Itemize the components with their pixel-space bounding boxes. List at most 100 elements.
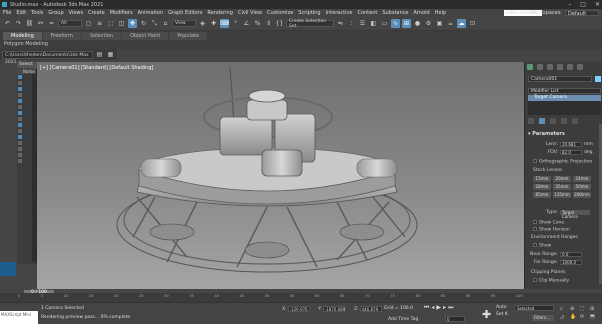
curve-editor-icon[interactable]: ∿ bbox=[391, 19, 400, 28]
object-color-swatch[interactable] bbox=[595, 76, 601, 82]
filter-all-icon[interactable] bbox=[18, 147, 22, 151]
filter-groups-icon[interactable] bbox=[18, 111, 22, 115]
menu-graph-editors[interactable]: Graph Editors bbox=[168, 10, 202, 16]
pin-stack-icon[interactable] bbox=[528, 118, 534, 124]
create-tab-icon[interactable] bbox=[527, 64, 533, 70]
filter-helpers-icon[interactable] bbox=[18, 99, 22, 103]
menu-interactive[interactable]: Interactive bbox=[326, 10, 353, 16]
clip-manually-checkbox[interactable] bbox=[533, 278, 537, 282]
percent-snap-icon[interactable]: % bbox=[253, 19, 262, 28]
tab-populate[interactable]: Populate bbox=[169, 32, 208, 40]
zoom-icon[interactable]: ⌕ bbox=[560, 306, 568, 312]
menu-scripting[interactable]: Scripting bbox=[298, 10, 320, 16]
material-editor-icon[interactable]: ● bbox=[413, 19, 422, 28]
modify-tab-icon[interactable] bbox=[537, 64, 543, 70]
tab-object-paint[interactable]: Object Paint bbox=[122, 32, 169, 40]
far-range-spinner[interactable]: 1000.0 bbox=[560, 260, 582, 265]
filter-none-icon[interactable] bbox=[18, 153, 22, 157]
utilities-tab-icon[interactable] bbox=[577, 64, 583, 70]
tab-modeling[interactable]: Modeling bbox=[3, 32, 42, 40]
add-time-tag-button[interactable]: Add Time Tag bbox=[388, 317, 418, 322]
snaps-toggle-icon[interactable]: ³ bbox=[231, 19, 240, 28]
schematic-view-icon[interactable]: ⊞ bbox=[402, 19, 411, 28]
camera-viewport[interactable]: [+] [Camera01] [Standard] [Default Shadi… bbox=[37, 62, 524, 289]
keyboard-shortcut-override-icon[interactable]: ⌨ bbox=[220, 19, 229, 28]
filter-containers-icon[interactable] bbox=[18, 129, 22, 133]
zoom-extents-icon[interactable]: ⛶ bbox=[580, 306, 588, 312]
menu-tools[interactable]: Tools bbox=[31, 10, 43, 16]
key-filters-button[interactable]: Filters... bbox=[532, 315, 554, 321]
reference-coord-dropdown[interactable]: View bbox=[172, 20, 196, 27]
rendered-frame-window-icon[interactable]: ▣ bbox=[435, 19, 444, 28]
lens-15mm-button[interactable]: 15mm bbox=[533, 176, 551, 182]
lens-28mm-button[interactable]: 28mm bbox=[533, 184, 551, 190]
stack-item-target-camera[interactable]: Target Camera bbox=[528, 95, 601, 101]
zoom-extents-all-icon[interactable]: ⊞ bbox=[590, 306, 598, 312]
menu-help[interactable]: Help bbox=[435, 10, 446, 16]
filter-frozen-icon[interactable] bbox=[18, 135, 22, 139]
viewport-label[interactable]: [+] [Camera01] [Standard] [Default Shadi… bbox=[40, 65, 154, 71]
select-by-name-icon[interactable]: ≡ bbox=[95, 19, 104, 28]
set-key-button[interactable]: Set K. bbox=[496, 312, 509, 317]
key-filter-dropdown[interactable]: Selected bbox=[514, 305, 554, 311]
menu-file[interactable]: File bbox=[3, 10, 11, 16]
maximize-button[interactable]: □ bbox=[580, 1, 586, 8]
manipulate-icon[interactable]: ✚ bbox=[209, 19, 218, 28]
filter-shapes-icon[interactable] bbox=[18, 81, 22, 85]
project-path-field[interactable]: C:\Users\theden\Documents\3ds Max 2021 bbox=[2, 50, 93, 65]
tab-freeform[interactable]: Freeform bbox=[42, 32, 82, 40]
redo-icon[interactable]: ↷ bbox=[14, 19, 23, 28]
open-a360-gallery-icon[interactable]: ⊡ bbox=[468, 19, 477, 28]
track-bar[interactable]: 0 5 10 15 20 25 30 35 40 45 50 55 60 65 70 75 80 85 90 95 10… bbox=[0, 293, 602, 302]
play-icon[interactable]: ▶ bbox=[436, 304, 441, 312]
rect-selection-icon[interactable]: ⬚ bbox=[106, 19, 115, 28]
viewcube-thumbnail[interactable] bbox=[0, 262, 16, 276]
lens-35mm-button[interactable]: 35mm bbox=[553, 184, 571, 190]
filter-lights-icon[interactable] bbox=[18, 87, 22, 91]
filter-cameras-icon[interactable] bbox=[18, 93, 22, 97]
lens-85mm-button[interactable]: 85mm bbox=[533, 192, 551, 198]
remove-modifier-icon[interactable] bbox=[561, 118, 567, 124]
lens-135mm-button[interactable]: 135mm bbox=[553, 192, 571, 198]
filter-xrefs-icon[interactable] bbox=[18, 117, 22, 121]
toggle-ribbon-icon[interactable]: ▭ bbox=[380, 19, 389, 28]
make-unique-icon[interactable] bbox=[550, 118, 556, 124]
lens-24mm-button[interactable]: 24mm bbox=[573, 176, 591, 182]
object-name-field[interactable]: Camera001 bbox=[528, 76, 592, 82]
align-icon[interactable]: ⫶ bbox=[347, 19, 356, 28]
menu-views[interactable]: Views bbox=[69, 10, 83, 16]
scene-explorer-tab[interactable]: Select bbox=[17, 62, 37, 68]
camera-type-dropdown[interactable]: Target Camera bbox=[560, 210, 590, 219]
toggle-scene-explorer-icon[interactable]: ☰ bbox=[358, 19, 367, 28]
selection-filter-dropdown[interactable]: All bbox=[58, 20, 82, 27]
fov-icon[interactable]: ◿ bbox=[560, 314, 568, 320]
ortho-checkbox[interactable] bbox=[533, 159, 537, 163]
render-in-cloud-icon[interactable]: ☁ bbox=[457, 19, 466, 28]
next-frame-icon[interactable]: ▸ bbox=[443, 304, 446, 312]
project-folder-icon[interactable]: ▤ bbox=[95, 50, 104, 59]
link-icon[interactable]: ⛓ bbox=[25, 19, 34, 28]
hierarchy-tab-icon[interactable] bbox=[547, 64, 553, 70]
menu-create[interactable]: Create bbox=[88, 10, 105, 16]
project-settings-icon[interactable]: ▦ bbox=[106, 50, 115, 59]
undo-icon[interactable]: ↶ bbox=[3, 19, 12, 28]
select-move-icon[interactable]: ✥ bbox=[128, 19, 137, 28]
unlink-icon[interactable]: ⚯ bbox=[36, 19, 45, 28]
menu-group[interactable]: Group bbox=[48, 10, 63, 16]
pivot-center-icon[interactable]: ◈ bbox=[198, 19, 207, 28]
lens-20mm-button[interactable]: 20mm bbox=[553, 176, 571, 182]
close-button[interactable]: ✕ bbox=[595, 1, 600, 8]
go-to-start-icon[interactable]: ⏮ bbox=[424, 304, 429, 312]
filter-hidden-icon[interactable] bbox=[18, 141, 22, 145]
edit-named-selection-icon[interactable]: {} bbox=[275, 19, 284, 28]
fov-spinner[interactable]: 82.0 bbox=[560, 150, 582, 155]
bind-spacewarp-icon[interactable]: ≈ bbox=[47, 19, 56, 28]
env-show-checkbox[interactable] bbox=[533, 243, 537, 247]
go-to-end-icon[interactable]: ⏭ bbox=[448, 304, 453, 312]
menu-content[interactable]: Content bbox=[357, 10, 377, 16]
lens-200mm-button[interactable]: 200mm bbox=[573, 192, 591, 198]
scene-explorer-scrollbar[interactable] bbox=[32, 74, 36, 262]
maximize-viewport-icon[interactable]: ⬒ bbox=[590, 314, 598, 320]
filter-geometry-icon[interactable] bbox=[18, 75, 22, 79]
modifier-list-dropdown[interactable]: Modifier List bbox=[528, 88, 601, 94]
